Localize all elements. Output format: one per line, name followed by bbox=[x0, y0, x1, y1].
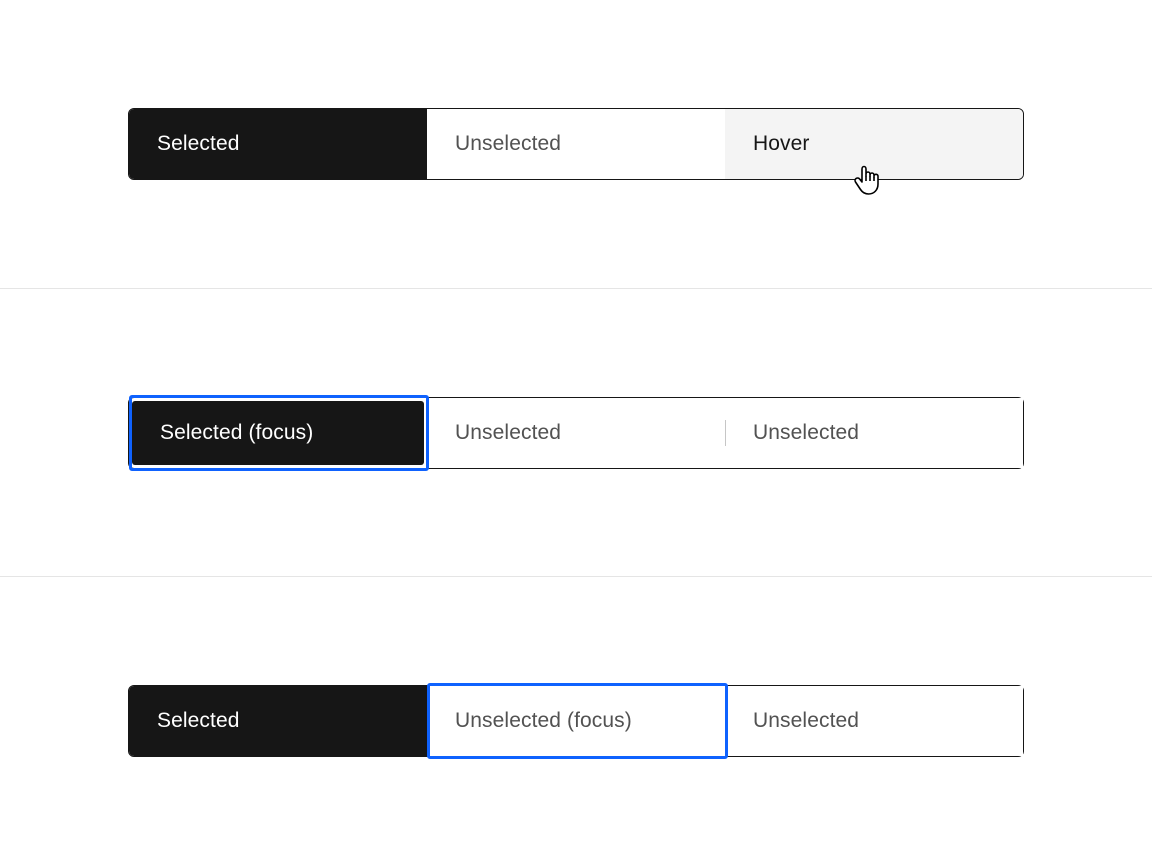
example-row-1: Selected Unselected Hover bbox=[0, 0, 1152, 288]
segment-hover[interactable]: Hover bbox=[725, 109, 1023, 179]
segment-label: Unselected bbox=[455, 132, 561, 156]
segment-label: Unselected (focus) bbox=[455, 709, 632, 733]
segment-label: Hover bbox=[753, 132, 810, 156]
segment-unselected[interactable]: Unselected bbox=[725, 398, 1023, 468]
segment-label: Selected bbox=[157, 132, 240, 156]
segment-label: Selected bbox=[157, 709, 240, 733]
segment-label: Selected (focus) bbox=[160, 421, 313, 445]
segment-unselected[interactable]: Unselected bbox=[725, 686, 1023, 756]
segment-selected[interactable]: Selected bbox=[129, 109, 427, 179]
example-row-3: Selected Unselected (focus) Unselected bbox=[0, 576, 1152, 864]
segment-label: Unselected bbox=[455, 421, 561, 445]
content-switcher: Selected (focus) Unselected Unselected bbox=[128, 397, 1024, 469]
segment-label: Unselected bbox=[753, 709, 859, 733]
segment-label: Unselected bbox=[753, 421, 859, 445]
segment-selected[interactable]: Selected bbox=[129, 686, 427, 756]
content-switcher: Selected Unselected (focus) Unselected bbox=[128, 685, 1024, 757]
example-row-2: Selected (focus) Unselected Unselected bbox=[0, 288, 1152, 576]
segment-unselected[interactable]: Unselected bbox=[427, 109, 725, 179]
segment-unselected-focus[interactable]: Unselected (focus) bbox=[427, 686, 725, 756]
content-switcher: Selected Unselected Hover bbox=[128, 108, 1024, 180]
segment-selected-focus[interactable]: Selected (focus) bbox=[132, 401, 424, 465]
segment-unselected[interactable]: Unselected bbox=[427, 398, 725, 468]
